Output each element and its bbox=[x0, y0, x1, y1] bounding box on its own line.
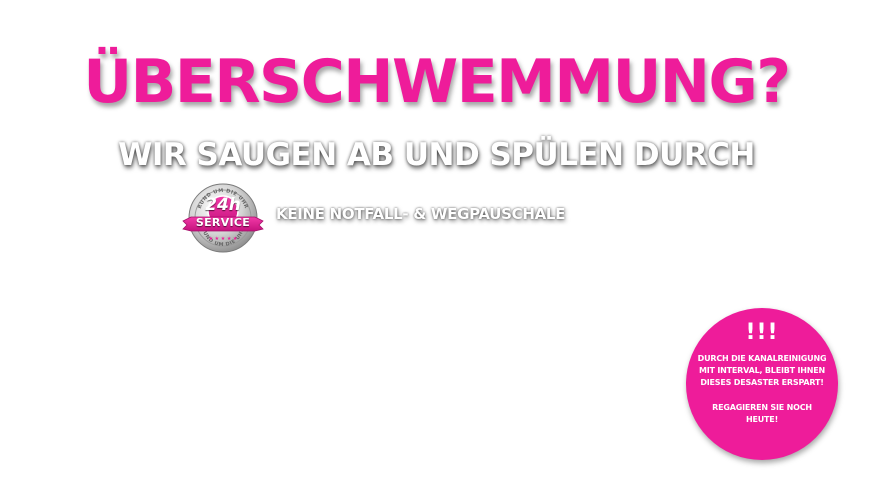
svg-text:★ ★ ★ ★ ★: ★ ★ ★ ★ ★ bbox=[209, 236, 238, 242]
subheadline: WIR SAUGEN AB UND SPÜLEN DURCH bbox=[118, 137, 755, 173]
promo-call-to-action: REGAGIEREN SIE NOCH HEUTE! bbox=[712, 403, 812, 424]
headline: ÜBERSCHWEMMUNG? bbox=[83, 47, 791, 117]
service-badge: RUND UM DIE UHR RUND UM DIE UHR ★ ★ ★ ★ … bbox=[180, 181, 266, 255]
badge-24h-text: 24h bbox=[205, 195, 241, 215]
tagline: KEINE NOTFALL- & WEGPAUSCHALE bbox=[276, 205, 566, 223]
promo-message: DURCH DIE KANALREINIGUNG MIT INTERVAL, B… bbox=[697, 354, 827, 387]
badge-service-text: SERVICE bbox=[195, 216, 251, 229]
exclamation-marks: !!! bbox=[745, 320, 779, 345]
promo-circle: !!! DURCH DIE KANALREINIGUNG MIT INTERVA… bbox=[686, 308, 838, 460]
